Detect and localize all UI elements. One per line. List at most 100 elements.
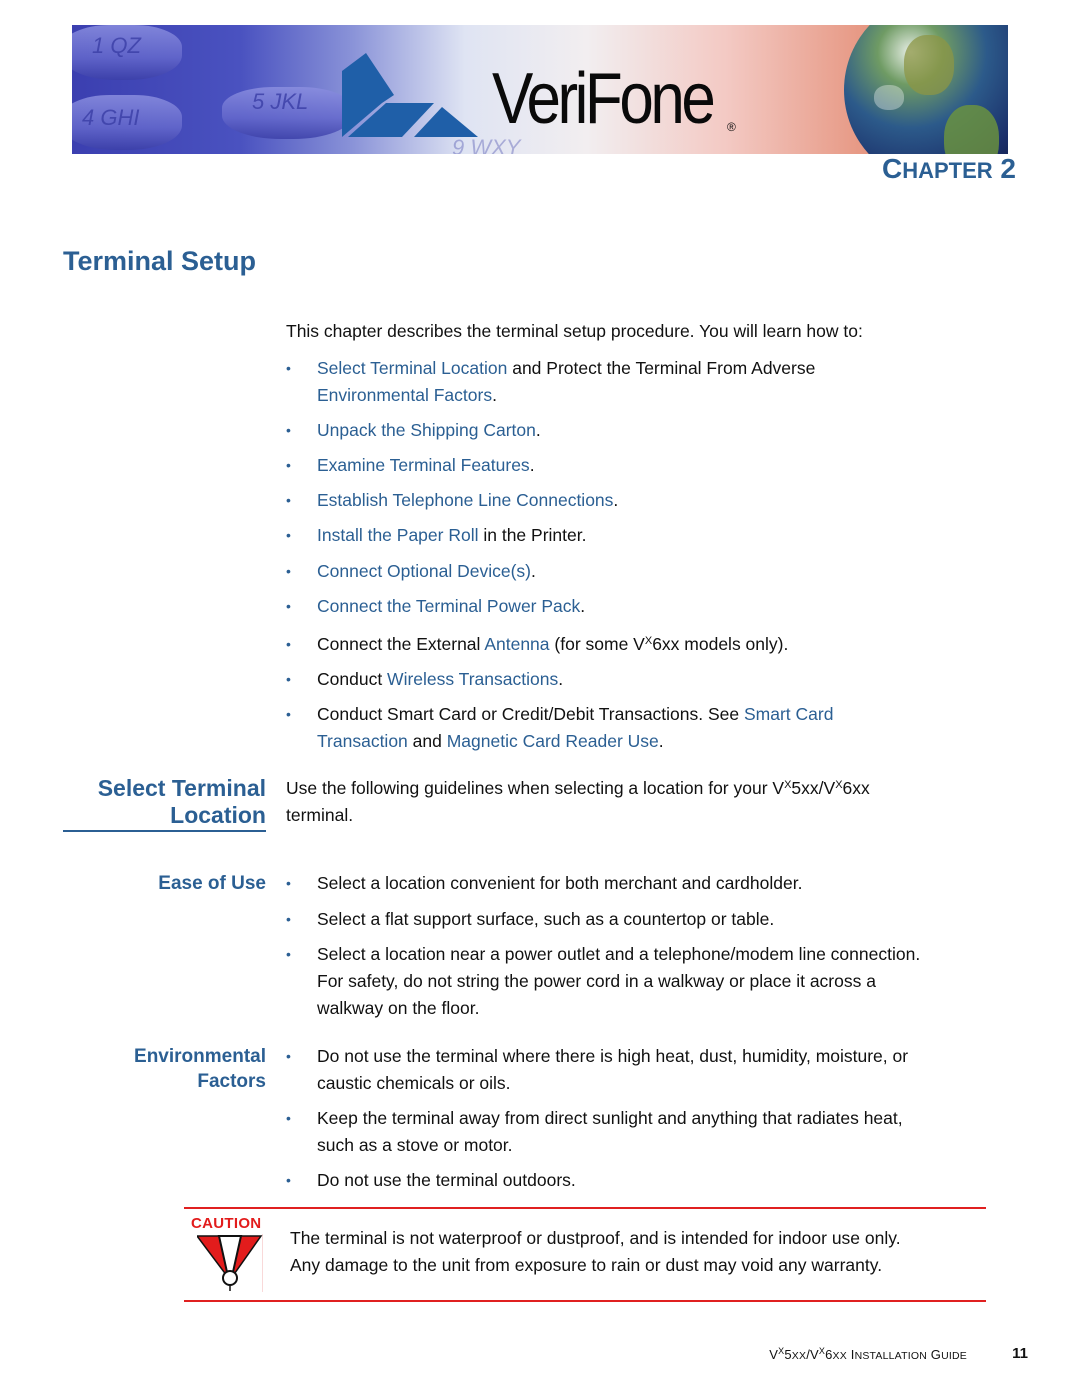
toc-item: Establish Telephone Line Connections. xyxy=(317,487,987,514)
toc-text: . xyxy=(558,669,564,689)
link-magnetic-card-reader-use[interactable]: Magnetic Card Reader Use xyxy=(447,731,659,751)
toc-item: Connect Optional Device(s). xyxy=(317,558,987,585)
link-select-terminal-location[interactable]: Select Terminal Location xyxy=(317,358,507,378)
text: 6 xyxy=(825,1347,833,1362)
list-item: Keep the terminal away from direct sunli… xyxy=(317,1105,987,1159)
toc-text: . xyxy=(658,731,664,751)
toc-text: and xyxy=(407,731,447,751)
text: UIDE xyxy=(941,1350,967,1362)
page-title: Terminal Setup xyxy=(63,246,257,276)
footer-doc-title: VX5XX/VX6XX INSTALLATION GUIDE xyxy=(769,1347,967,1363)
toc-text: Connect the External xyxy=(317,634,485,654)
link-wireless-transactions[interactable]: Wireless Transactions xyxy=(387,669,558,689)
link-install-paper-roll[interactable]: Install the Paper Roll xyxy=(317,525,478,545)
bullet-icon: • xyxy=(286,1110,291,1126)
registered-mark: ® xyxy=(727,120,736,134)
toc-text: Conduct Smart Card or Credit/Debit Trans… xyxy=(317,704,744,724)
toc-text: . xyxy=(613,490,619,510)
text: 5xx/V xyxy=(791,778,836,798)
toc-text: Conduct xyxy=(317,669,388,689)
text: G xyxy=(926,1347,942,1362)
toc-item: Connect the Terminal Power Pack. xyxy=(317,593,987,620)
text: walkway on the floor. xyxy=(317,998,480,1018)
link-smart-card-transaction[interactable]: Transaction xyxy=(317,731,408,751)
toc-text: . xyxy=(529,455,535,475)
text: caustic chemicals or oils. xyxy=(317,1073,511,1093)
text: XX xyxy=(791,1350,807,1362)
globe-land xyxy=(904,35,954,95)
link-establish-telephone-line[interactable]: Establish Telephone Line Connections xyxy=(317,490,613,510)
list-item: Select a location near a power outlet an… xyxy=(317,941,987,1022)
toc-text: in the Printer. xyxy=(478,525,587,545)
caution-label: CAUTION xyxy=(191,1215,262,1232)
header-banner: 1 QZ 4 GHI 5 JKL 9 WXY VeriFone ® xyxy=(72,25,1008,154)
toc-item: Conduct Wireless Transactions. xyxy=(317,666,987,693)
text: I xyxy=(846,1347,855,1362)
toc-item: Unpack the Shipping Carton. xyxy=(317,417,987,444)
link-connect-optional-devices[interactable]: Connect Optional Device(s) xyxy=(317,561,531,581)
text: 6xx xyxy=(842,778,870,798)
globe-cloud xyxy=(874,85,904,110)
toc-item: Select Terminal Location and Protect the… xyxy=(317,355,987,409)
bullet-icon: • xyxy=(286,706,291,722)
intro-text: This chapter describes the terminal setu… xyxy=(286,321,863,341)
list-item: Select a flat support surface, such as a… xyxy=(317,909,775,929)
list-item: Select a location convenient for both me… xyxy=(317,873,803,893)
bullet-icon: • xyxy=(286,671,291,687)
section-heading: Select Terminal Location xyxy=(98,775,266,829)
section-heading-line: Location xyxy=(170,802,266,828)
toc-text: . xyxy=(530,561,536,581)
toc-text: . xyxy=(535,420,541,440)
section-divider xyxy=(63,830,266,832)
bullet-icon: • xyxy=(286,360,291,376)
subheading-ease-of-use: Ease of Use xyxy=(158,873,266,894)
text: /V xyxy=(806,1347,819,1362)
superscript: X xyxy=(835,779,843,791)
link-environmental-factors[interactable]: Environmental Factors xyxy=(317,385,492,405)
toc-item: Conduct Smart Card or Credit/Debit Trans… xyxy=(317,701,987,755)
link-examine-terminal-features[interactable]: Examine Terminal Features xyxy=(317,455,530,475)
link-antenna[interactable]: Antenna xyxy=(484,634,549,654)
subheading-line: Factors xyxy=(197,1071,266,1092)
page-number: 11 xyxy=(1012,1345,1028,1362)
verifone-logo-icon xyxy=(342,53,478,137)
keypad-label: 1 QZ xyxy=(92,33,141,58)
text: For safety, do not string the power cord… xyxy=(317,971,876,991)
chapter-label: CHAPTER 2 xyxy=(882,153,1016,185)
subheading-line: Environmental xyxy=(134,1046,266,1067)
section-intro: Use the following guidelines when select… xyxy=(286,775,986,829)
text: such as a stove or motor. xyxy=(317,1135,513,1155)
globe-land xyxy=(944,105,999,154)
bullet-icon: • xyxy=(286,598,291,614)
toc-text: . xyxy=(492,385,497,405)
link-unpack-shipping-carton[interactable]: Unpack the Shipping Carton xyxy=(317,420,536,440)
chapter-label-initial: C xyxy=(881,153,903,184)
toc-text: 6xx models only). xyxy=(652,634,789,654)
bullet-icon: • xyxy=(286,563,291,579)
chapter-number: 2 xyxy=(1000,153,1016,184)
text: Do not use the terminal where there is h… xyxy=(317,1046,909,1066)
toc-text: and Protect the Terminal From Adverse xyxy=(507,358,816,378)
link-connect-power-pack[interactable]: Connect the Terminal Power Pack xyxy=(317,596,580,616)
text: Any damage to the unit from exposure to … xyxy=(290,1255,883,1275)
keypad-label: 4 GHI xyxy=(82,105,140,130)
toc-text: (for some V xyxy=(549,634,645,654)
text: V xyxy=(769,1347,779,1362)
text: Keep the terminal away from direct sunli… xyxy=(317,1108,903,1128)
bullet-icon: • xyxy=(286,636,291,652)
bullet-icon: • xyxy=(286,457,291,473)
caution-warning-icon xyxy=(197,1234,263,1292)
bullet-icon: • xyxy=(286,875,291,891)
text: XX xyxy=(832,1350,847,1362)
link-smart-card-transaction[interactable]: Smart Card xyxy=(744,704,833,724)
bullet-icon: • xyxy=(286,1048,291,1064)
bullet-icon: • xyxy=(286,1172,291,1188)
caution-top-rule xyxy=(184,1207,986,1209)
globe-graphic xyxy=(844,25,1008,154)
subheading-environmental-factors: Environmental Factors xyxy=(134,1044,266,1094)
text: The terminal is not waterproof or dustpr… xyxy=(290,1228,901,1248)
list-item: Do not use the terminal outdoors. xyxy=(317,1170,576,1190)
bullet-icon: • xyxy=(286,422,291,438)
text: Use the following guidelines when select… xyxy=(286,778,785,798)
text: 5 xyxy=(784,1347,792,1362)
